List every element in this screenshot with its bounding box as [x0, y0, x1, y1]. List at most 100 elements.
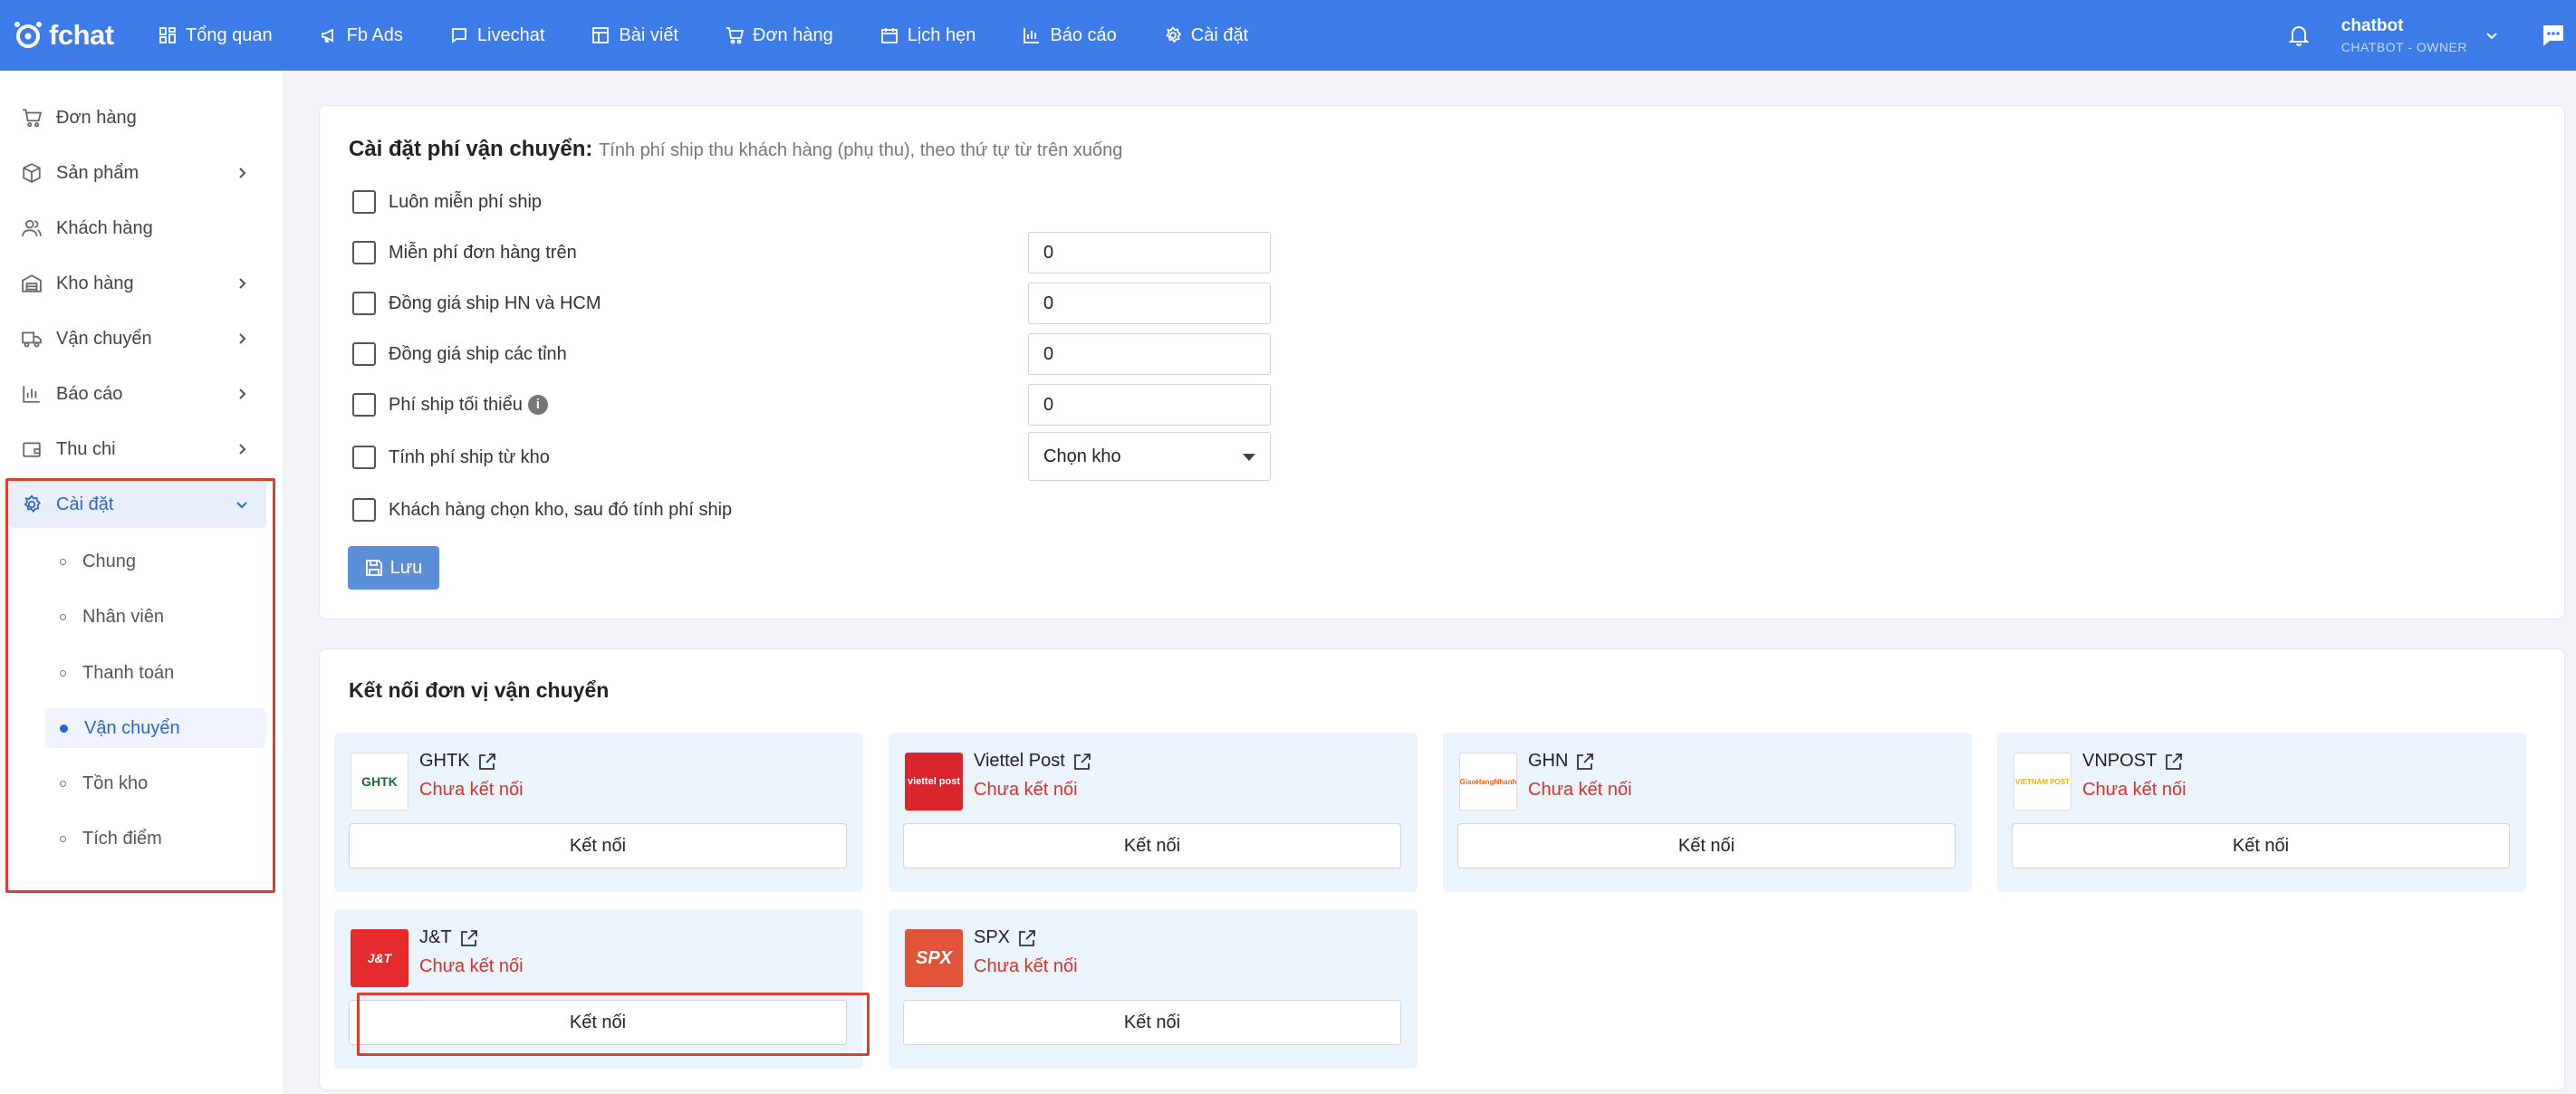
carrier-name[interactable]: SPX — [974, 927, 1037, 948]
sidebar-item-khach-hang[interactable]: Khách hàng — [9, 205, 266, 252]
option-label: Tính phí ship từ kho — [389, 446, 550, 467]
support-chat-icon[interactable] — [2540, 22, 2567, 49]
sidebar-item-thu-chi[interactable]: Thu chi — [9, 426, 266, 473]
top-navbar: fchat Tổng quan Fb Ads Livechat Bài viết… — [0, 0, 2576, 71]
nav-fb-ads[interactable]: Fb Ads — [320, 25, 403, 46]
sidebar-item-label: Báo cáo — [56, 383, 123, 404]
user-menu[interactable]: chatbot CHATBOT - OWNER — [2341, 16, 2467, 54]
bar-chart-icon — [1024, 28, 1040, 43]
carrier-name[interactable]: GHTK — [419, 751, 497, 772]
bullet-icon — [60, 724, 68, 733]
sub-item-ton-kho[interactable]: Tồn kho — [45, 763, 266, 803]
info-icon[interactable]: i — [527, 395, 548, 415]
connect-button-spx[interactable]: Kết nối — [903, 1000, 1401, 1045]
nav-lich-hen[interactable]: Lịch hẹn — [880, 25, 976, 46]
sidebar-item-label: Khách hàng — [56, 217, 153, 238]
save-button[interactable]: Lưu — [348, 546, 439, 590]
min-ship-fee-input[interactable]: 0 — [1028, 384, 1271, 426]
jt-logo-text: J&T — [367, 951, 392, 965]
sidebar-item-cai-dat[interactable]: Cài đặt — [9, 481, 266, 528]
sub-item-thanh-toan[interactable]: Thanh toán — [45, 653, 266, 693]
nav-bai-viet[interactable]: Bài viết — [591, 25, 678, 46]
ghn-logo-text: GiaoHangNhanh — [1459, 777, 1517, 786]
sub-item-van-chuyen[interactable]: Vận chuyển — [45, 708, 266, 748]
sub-item-tich-diem[interactable]: Tích điểm — [45, 819, 266, 859]
checkbox[interactable] — [352, 446, 376, 469]
sidebar-item-van-chuyen[interactable]: Vận chuyển — [9, 315, 266, 362]
nav-livechat[interactable]: Livechat — [450, 24, 545, 46]
connect-button-vnpost[interactable]: Kết nối — [2012, 823, 2510, 868]
sidebar-item-label: Đơn hàng — [56, 107, 137, 128]
checkbox[interactable] — [352, 190, 376, 214]
carrier-name-text: J&T — [419, 927, 452, 947]
external-link-icon[interactable] — [1575, 752, 1595, 772]
chevron-down-icon[interactable] — [2484, 27, 2500, 43]
bullet-icon — [60, 780, 66, 787]
sidebar-item-kho-hang[interactable]: Kho hàng — [9, 260, 266, 307]
external-link-icon[interactable] — [459, 928, 479, 948]
warehouse-select[interactable]: Chọn kho — [1028, 432, 1271, 481]
cart-icon — [23, 109, 42, 128]
carrier-name[interactable]: VNPOST — [2082, 751, 2184, 772]
checkbox[interactable] — [352, 241, 376, 264]
connect-button-jt[interactable]: Kết nối — [349, 1000, 847, 1045]
user-name: chatbot — [2341, 16, 2404, 35]
gear-icon — [1165, 26, 1182, 43]
sidebar-item-label: Cài đặt — [56, 494, 114, 514]
nav-cai-dat[interactable]: Cài đặt — [1164, 25, 1248, 46]
shipping-fee-hint: Tính phí ship thu khách hàng (phụ thu), … — [599, 140, 1123, 160]
shipping-fee-card: Cài đặt phí vận chuyển: Tính phí ship th… — [319, 105, 2565, 619]
nav-label: Báo cáo — [1050, 24, 1117, 45]
external-link-icon[interactable] — [2164, 752, 2184, 772]
connect-button-ghn[interactable]: Kết nối — [1457, 823, 1956, 868]
sub-item-nhan-vien[interactable]: Nhân viên — [45, 597, 266, 637]
viettel-post-logo: viettel post — [905, 753, 963, 811]
nav-label: Livechat — [476, 24, 545, 45]
nav-label: Bài viết — [619, 24, 678, 45]
box-icon — [23, 163, 41, 183]
nav-don-hang[interactable]: Đơn hàng — [726, 25, 833, 46]
hn-hcm-flat-fee-input[interactable]: 0 — [1028, 283, 1271, 324]
save-icon — [365, 560, 382, 576]
sub-item-label: Vận chuyển — [84, 717, 180, 738]
province-flat-fee-input[interactable]: 0 — [1028, 333, 1271, 375]
checkbox[interactable] — [352, 393, 376, 417]
bell-icon[interactable] — [2287, 24, 2311, 47]
user-role: CHATBOT - OWNER — [2341, 40, 2467, 54]
external-link-icon[interactable] — [1017, 928, 1037, 948]
nav-label: Fb Ads — [346, 24, 403, 45]
carrier-name-text: VNPOST — [2082, 751, 2158, 771]
carrier-card-spx: SPX SPX Chưa kết nối Kết nối — [889, 909, 1418, 1069]
carrier-card-ghtk: GHTK GHTK Chưa kết nối Kết nối — [334, 733, 863, 892]
sidebar-item-san-pham[interactable]: Sản phẩm — [9, 149, 266, 197]
carrier-name[interactable]: Viettel Post — [974, 751, 1092, 772]
nav-tong-quan[interactable]: Tổng quan — [159, 25, 273, 46]
sub-item-chung[interactable]: Chung — [45, 542, 266, 581]
carrier-name[interactable]: GHN — [1528, 751, 1595, 772]
free-ship-threshold-input[interactable]: 0 — [1028, 232, 1271, 274]
chevron-down-icon — [236, 502, 247, 509]
sidebar-item-label: Sản phẩm — [56, 162, 139, 183]
chevron-right-icon — [239, 444, 246, 455]
checkbox[interactable] — [352, 342, 376, 366]
sidebar-item-bao-cao[interactable]: Báo cáo — [9, 370, 266, 417]
bullet-icon — [60, 558, 66, 565]
connect-button-viettel-post[interactable]: Kết nối — [903, 823, 1401, 868]
sidebar-item-label: Kho hàng — [56, 273, 134, 293]
checkbox[interactable] — [352, 292, 376, 315]
fchat-logo[interactable]: fchat — [13, 16, 114, 54]
carrier-status: Chưa kết nối — [974, 956, 1078, 976]
nav-bao-cao[interactable]: Báo cáo — [1023, 24, 1117, 46]
save-label: Lưu — [389, 557, 423, 578]
nav-label: Đơn hàng — [753, 24, 833, 45]
external-link-icon[interactable] — [1072, 752, 1092, 772]
option-label: Khách hàng chọn kho, sau đó tính phí shi… — [389, 499, 733, 520]
connect-button-ghtk[interactable]: Kết nối — [349, 823, 847, 868]
carrier-name-text: GHTK — [419, 751, 470, 771]
checkbox[interactable] — [352, 498, 376, 522]
external-link-icon[interactable] — [477, 752, 497, 772]
sidebar-item-don-hang[interactable]: Đơn hàng — [9, 94, 266, 141]
carrier-name[interactable]: J&T — [419, 927, 479, 948]
option-label: Đồng giá ship các tỉnh — [389, 343, 567, 364]
option-row: Khách hàng chọn kho, sau đó tính phí shi… — [352, 486, 732, 533]
